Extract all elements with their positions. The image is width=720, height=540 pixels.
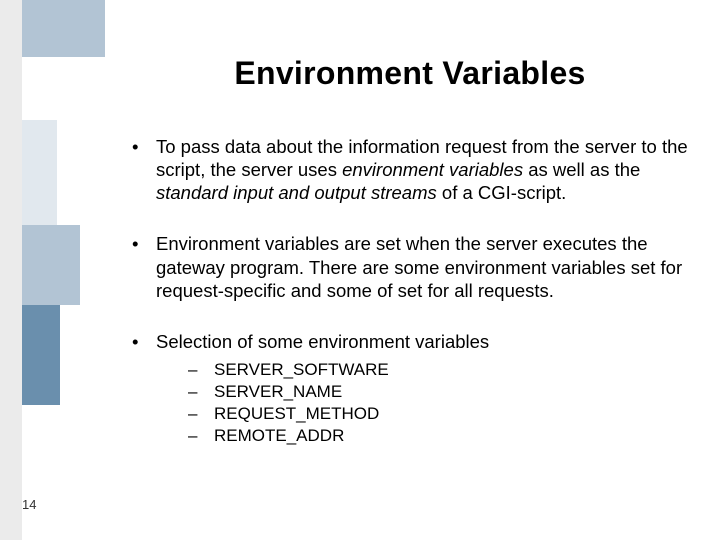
page-number: 14	[22, 497, 36, 512]
sub-bullet-item: – SERVER_NAME	[188, 381, 700, 403]
text-run: of a CGI-script.	[437, 182, 567, 203]
bullet-marker: •	[128, 330, 156, 353]
sub-bullet-marker: –	[188, 425, 214, 447]
sub-bullet-text: REQUEST_METHOD	[214, 403, 700, 425]
text-run: as well as the	[523, 159, 640, 180]
text-emphasis: environment variables	[342, 159, 523, 180]
sub-bullet-marker: –	[188, 403, 214, 425]
sub-list: – SERVER_SOFTWARE – SERVER_NAME – REQUES…	[188, 359, 700, 447]
sub-bullet-marker: –	[188, 359, 214, 381]
sub-bullet-text: REMOTE_ADDR	[214, 425, 700, 447]
bullet-item: • Selection of some environment variable…	[128, 330, 700, 353]
bullet-marker: •	[128, 232, 156, 301]
sub-bullet-marker: –	[188, 381, 214, 403]
sidebar-block-top	[22, 0, 105, 57]
sidebar-block-b	[22, 225, 80, 305]
slide-title: Environment Variables	[130, 55, 690, 92]
decorative-sidebar: 14	[0, 0, 105, 540]
bullet-text: Selection of some environment variables	[156, 330, 700, 353]
bullet-marker: •	[128, 135, 156, 204]
bullet-text: Environment variables are set when the s…	[156, 232, 700, 301]
text-emphasis: standard input and output streams	[156, 182, 437, 203]
sidebar-strip	[0, 0, 22, 540]
bullet-item: • Environment variables are set when the…	[128, 232, 700, 301]
sidebar-block-a	[22, 120, 57, 225]
bullet-item: • To pass data about the information req…	[128, 135, 700, 204]
sub-bullet-item: – REMOTE_ADDR	[188, 425, 700, 447]
sidebar-block-c	[22, 305, 60, 405]
sub-bullet-item: – REQUEST_METHOD	[188, 403, 700, 425]
bullet-text: To pass data about the information reque…	[156, 135, 700, 204]
sub-bullet-item: – SERVER_SOFTWARE	[188, 359, 700, 381]
sub-bullet-text: SERVER_SOFTWARE	[214, 359, 700, 381]
sub-bullet-text: SERVER_NAME	[214, 381, 700, 403]
slide-body: • To pass data about the information req…	[128, 135, 700, 447]
